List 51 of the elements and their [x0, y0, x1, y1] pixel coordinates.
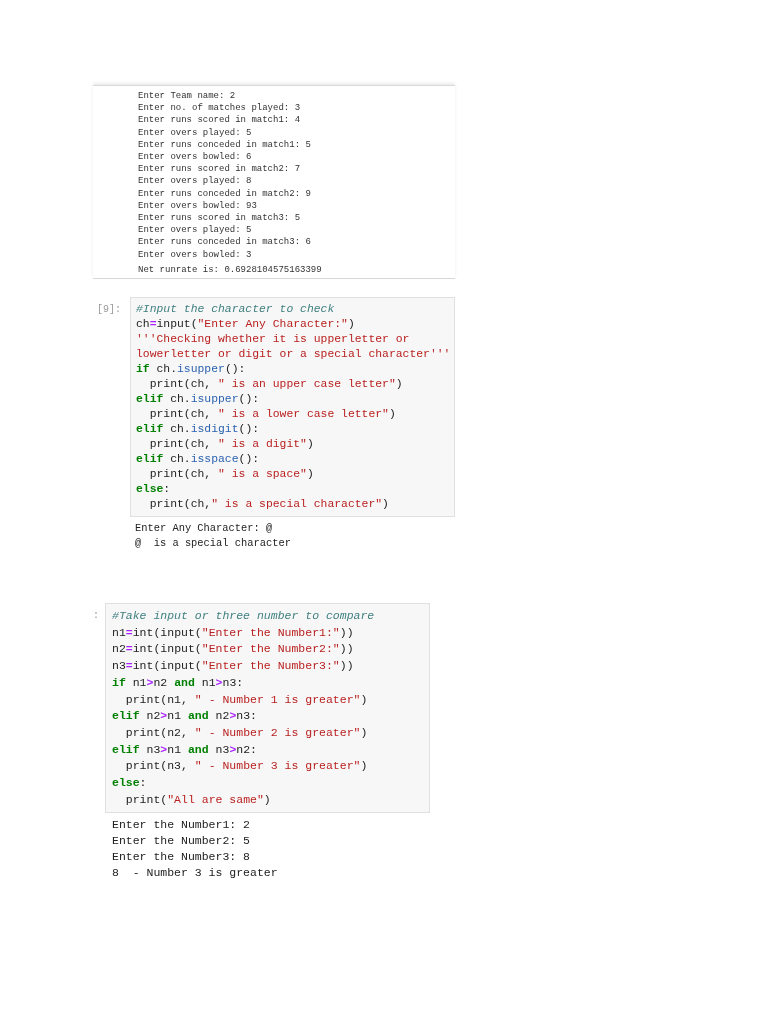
- output-line: 8 - Number 3 is greater: [112, 865, 278, 882]
- code-line: else:: [112, 775, 147, 792]
- output-line: Enter the Number3: 8: [112, 849, 251, 866]
- code-line: elif n2>n1 and n2>n3:: [112, 708, 257, 725]
- output-line: Enter overs played: 8: [138, 175, 252, 188]
- code-line: n1=int(input("Enter the Number1:")): [112, 624, 354, 641]
- output-line: Enter overs played: 5: [138, 126, 252, 139]
- code-line: n2=int(input("Enter the Number2:")): [112, 641, 354, 658]
- code-line: '''Checking whether it is upperletter or: [136, 332, 410, 348]
- output-line: Enter runs scored in match3: 5: [138, 212, 301, 225]
- output-line: Enter runs conceded in match1: 5: [138, 138, 311, 151]
- code-line: lowerletter or digit or a special character''': [136, 347, 451, 363]
- code-line: ch=input("Enter Any Character:"): [136, 317, 355, 333]
- output-line: Enter Any Character: @: [135, 521, 273, 537]
- output-line: Enter the Number2: 5: [112, 833, 251, 850]
- output-line: Enter Team name: 2: [138, 90, 236, 103]
- code-line: elif ch.isupper():: [136, 392, 260, 408]
- output-line: Enter overs played: 5: [138, 224, 252, 237]
- code-line: if n1>n2 and n1>n3:: [112, 674, 244, 691]
- code-line: #Input the character to check: [136, 302, 335, 318]
- code-line: n3=int(input("Enter the Number3:")): [112, 658, 354, 675]
- output-line: Enter runs scored in match2: 7: [138, 163, 301, 176]
- output-line: Enter the Number1: 2: [112, 817, 251, 834]
- code-cell[interactable]: [105, 603, 430, 814]
- output-line: Enter overs bowled: 6: [138, 151, 252, 164]
- code-line: print(ch, " is an upper case letter"): [148, 377, 403, 393]
- output-line: Net runrate is: 0.6928104575163399: [138, 263, 322, 277]
- code-line: elif ch.isspace():: [136, 452, 260, 468]
- code-line: print(n1, " - Number 1 is greater"): [124, 691, 368, 708]
- code-cell[interactable]: [130, 297, 455, 518]
- code-line: print(ch, " is a space"): [148, 467, 314, 483]
- cell-prompt: :: [93, 610, 99, 622]
- code-line: print(n3, " - Number 3 is greater"): [124, 758, 368, 775]
- code-line: print(ch, " is a digit"): [148, 437, 314, 453]
- output-line: Enter no. of matches played: 3: [138, 102, 301, 115]
- output-line: Enter overs bowled: 93: [138, 199, 257, 213]
- output-line: Enter overs bowled: 3: [138, 248, 252, 261]
- output-line: @ is a special character: [135, 536, 291, 552]
- output-line: Enter runs conceded in match3: 6: [138, 236, 311, 249]
- code-line: if ch.isupper():: [136, 362, 246, 378]
- code-line: print(n2, " - Number 2 is greater"): [124, 724, 368, 741]
- cell-prompt: [9]:: [97, 304, 121, 316]
- output-line: Enter runs scored in match1: 4: [138, 114, 301, 127]
- code-line: print(ch, " is a lower case letter"): [148, 407, 396, 423]
- code-line: elif ch.isdigit():: [136, 422, 260, 438]
- code-line: print("All are same"): [124, 791, 271, 808]
- code-line: else:: [136, 482, 171, 498]
- code-line: print(ch," is a special character"): [148, 497, 389, 513]
- code-line: elif n3>n1 and n3>n2:: [112, 741, 257, 758]
- code-line: #Take input or three number to compare: [112, 608, 375, 625]
- output-line: Enter runs conceded in match2: 9: [138, 187, 311, 200]
